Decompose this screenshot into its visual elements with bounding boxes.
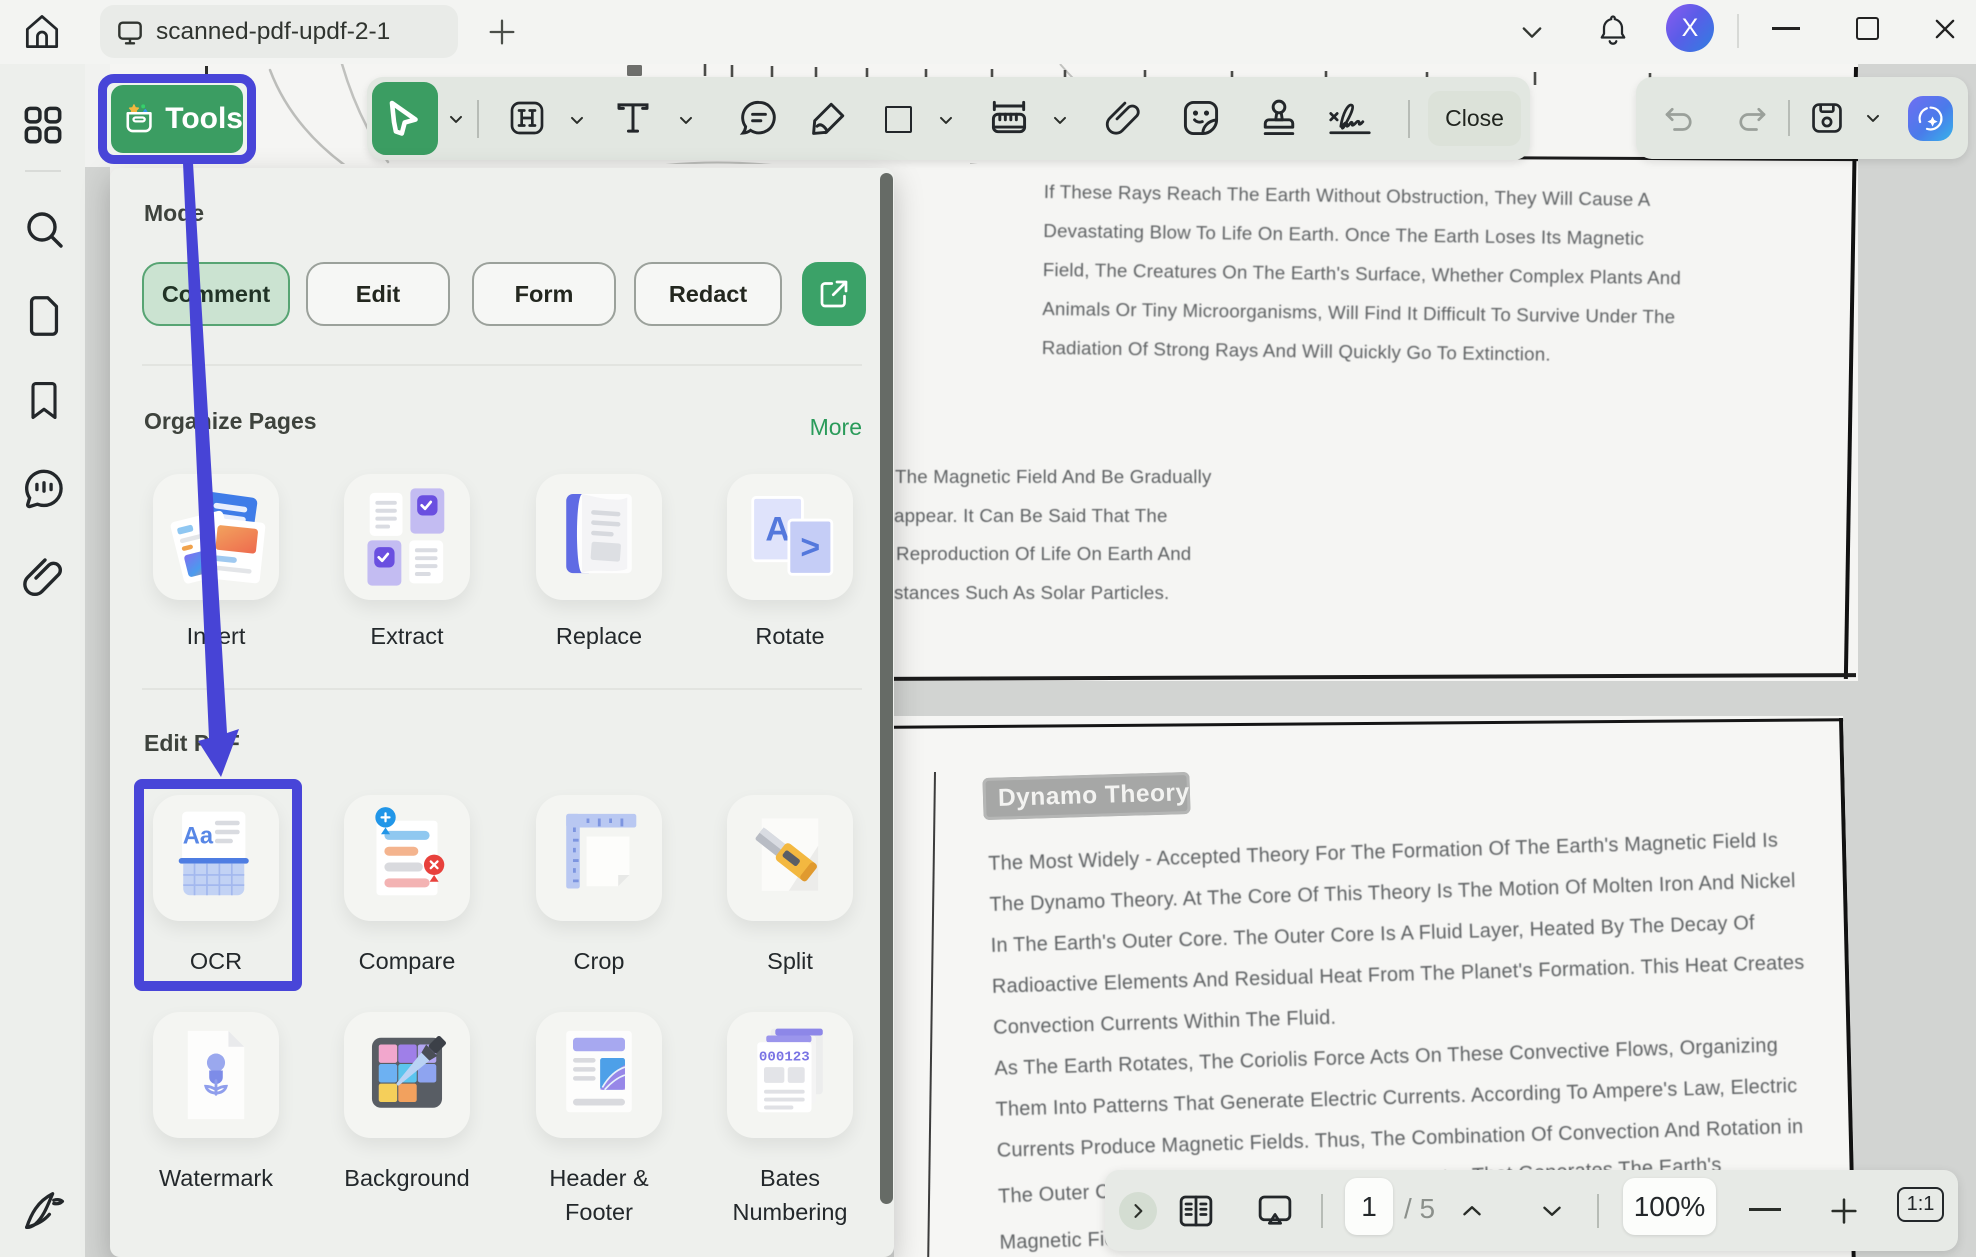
svg-text:>: > xyxy=(800,528,820,566)
svg-text:A: A xyxy=(765,510,789,548)
svg-text:000123: 000123 xyxy=(759,1049,810,1065)
svg-text:Aa: Aa xyxy=(183,823,214,849)
